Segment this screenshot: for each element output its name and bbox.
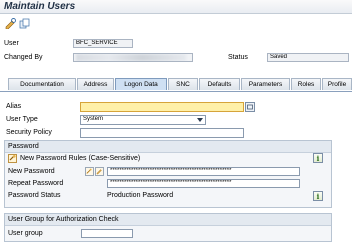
user-type-value: System [83, 116, 104, 122]
password-rules-text: New Password Rules (Case-Sensitive) [20, 155, 141, 162]
password-rules-icon [8, 154, 17, 163]
changed-by-field [73, 53, 193, 62]
tab-profile[interactable]: Profile [322, 78, 352, 90]
tab-defaults[interactable]: Defaults [199, 78, 240, 90]
user-group-header: User Group for Authorization Check [5, 214, 331, 226]
tab-roles[interactable]: Roles [291, 78, 321, 90]
redacted-changed-by [76, 54, 186, 61]
user-group-input[interactable] [81, 229, 133, 238]
security-policy-input[interactable] [80, 128, 244, 138]
copy-icon[interactable] [19, 18, 30, 29]
password-group-title: Password [8, 143, 39, 150]
alias-input[interactable] [80, 102, 244, 112]
security-policy-label: Security Policy [6, 129, 52, 136]
tab-snc[interactable]: SNC [168, 78, 198, 90]
status-field: Saved [267, 53, 349, 62]
status-label: Status [228, 54, 248, 61]
tab-parameters[interactable]: Parameters [241, 78, 290, 90]
tab-documentation[interactable]: Documentation [8, 78, 76, 90]
password-status-info-icon[interactable]: i [313, 191, 323, 201]
alias-label: Alias [6, 103, 22, 110]
repeat-password-label: Repeat Password [8, 180, 64, 187]
tab-address[interactable]: Address [77, 78, 114, 90]
user-group-group: User Group for Authorization Check User … [4, 213, 332, 242]
password-status-label: Password Status [8, 192, 61, 199]
tab-strip: Documentation Address Logon Data SNC Def… [0, 77, 352, 92]
chevron-down-icon [197, 118, 203, 122]
password-group-header: Password [5, 141, 331, 153]
title-bar: Maintain Users [0, 0, 352, 14]
new-password-label: New Password [8, 168, 55, 175]
user-group-title: User Group for Authorization Check [8, 216, 119, 223]
user-group-label: User group [8, 230, 43, 237]
window-title: Maintain Users [4, 1, 76, 12]
display-change-icon[interactable] [5, 18, 16, 29]
user-field: BFC_SERVICE [73, 39, 133, 48]
toolbar [0, 14, 352, 34]
password-group: Password New Password Rules (Case-Sensit… [4, 140, 332, 208]
multi-line-icon[interactable] [245, 102, 255, 112]
new-password-input[interactable]: ****************************************… [107, 167, 300, 176]
changed-by-label: Changed By [4, 54, 43, 61]
tab-logon-data[interactable]: Logon Data [115, 78, 167, 90]
user-type-select[interactable]: System [80, 115, 206, 125]
generate-password-icon[interactable] [85, 167, 94, 176]
user-type-label: User Type [6, 116, 38, 123]
pencil-icon[interactable] [95, 167, 104, 176]
info-icon[interactable]: i [313, 153, 323, 163]
user-label: User [4, 40, 19, 47]
password-status-value: Production Password [107, 192, 174, 199]
repeat-password-input[interactable]: ****************************************… [107, 179, 300, 188]
